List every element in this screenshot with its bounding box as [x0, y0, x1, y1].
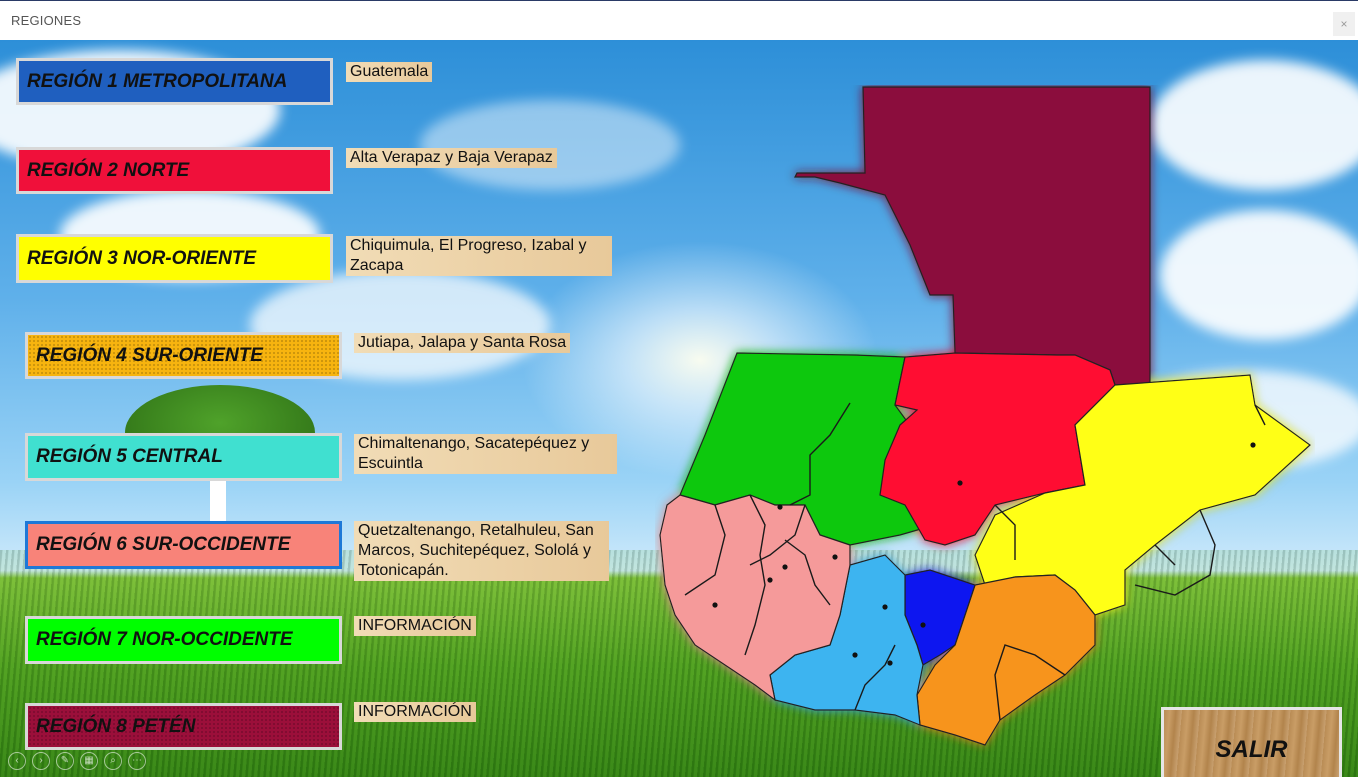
region-3-button[interactable]: REGIÓN 3 NOR-ORIENTE [16, 234, 333, 283]
region-2-button[interactable]: REGIÓN 2 NORTE [16, 147, 333, 194]
region-6-label: REGIÓN 6 SUR-OCCIDENTE [36, 534, 291, 555]
region-4-button[interactable]: REGIÓN 4 SUR-ORIENTE [25, 332, 342, 379]
region-2-info: Alta Verapaz y Baja Verapaz [346, 148, 557, 168]
slide-toolbar: ‹ › ✎ ▦ ⌕ ⋯ [8, 752, 146, 770]
guatemala-map [659, 86, 1311, 746]
region-8-label: REGIÓN 8 PETÉN [36, 715, 196, 737]
next-icon[interactable]: › [32, 752, 50, 770]
exit-button-label: SALIR [1215, 736, 1288, 763]
more-icon[interactable]: ⋯ [128, 752, 146, 770]
region-7-button[interactable]: REGIÓN 7 NOR-OCCIDENTE [25, 616, 342, 664]
region-1-button[interactable]: REGIÓN 1 METROPOLITANA [16, 58, 333, 105]
previous-icon[interactable]: ‹ [8, 752, 26, 770]
slides-icon[interactable]: ▦ [80, 752, 98, 770]
region-7-info: INFORMACIÓN [354, 616, 476, 636]
cloud [420, 100, 680, 190]
region-6-button[interactable]: REGIÓN 6 SUR-OCCIDENTE [25, 521, 342, 569]
region-1-info: Guatemala [346, 62, 433, 82]
region-4-info: Jutiapa, Jalapa y Santa Rosa [354, 333, 571, 353]
region-4-label: REGIÓN 4 SUR-ORIENTE [36, 344, 263, 366]
close-button[interactable]: × [1333, 12, 1355, 36]
region-8-info: INFORMACIÓN [354, 702, 476, 722]
zoom-icon[interactable]: ⌕ [104, 752, 122, 770]
region-5-info: Chimaltenango, Sacatepéquez y Escuintla [354, 434, 617, 474]
region-8-button[interactable]: REGIÓN 8 PETÉN [25, 703, 342, 750]
region-7-label: REGIÓN 7 NOR-OCCIDENTE [36, 629, 293, 650]
pen-icon[interactable]: ✎ [56, 752, 74, 770]
region-6-info: Quetzaltenango, Retalhuleu, San Marcos, … [354, 521, 609, 581]
region-5-label: REGIÓN 5 CENTRAL [36, 446, 223, 467]
window-title: REGIONES [11, 13, 82, 28]
map-region-peten[interactable] [794, 86, 1151, 386]
exit-button[interactable]: SALIR [1161, 707, 1342, 777]
region-1-label: REGIÓN 1 METROPOLITANA [27, 70, 288, 92]
region-3-info: Chiquimula, El Progreso, Izabal y Zacapa [346, 236, 612, 276]
region-3-label: REGIÓN 3 NOR-ORIENTE [27, 247, 257, 269]
region-2-label: REGIÓN 2 NORTE [27, 159, 190, 181]
region-5-button[interactable]: REGIÓN 5 CENTRAL [25, 433, 342, 481]
main-canvas: REGIÓN 1 METROPOLITANA Guatemala REGIÓN … [0, 40, 1358, 777]
title-bar: REGIONES × [0, 0, 1358, 40]
